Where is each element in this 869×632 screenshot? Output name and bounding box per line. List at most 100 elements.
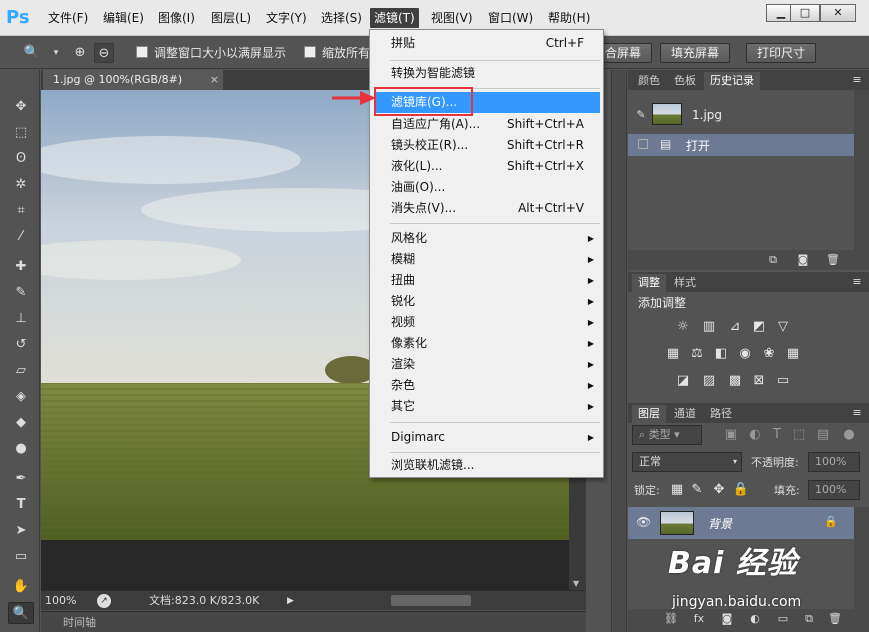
zoom-out-icon[interactable]: ⊖ <box>94 43 114 63</box>
filter-pixel-icon[interactable]: ▣ <box>722 427 740 443</box>
layers-panel-menu-icon[interactable]: ≡ <box>850 406 864 420</box>
history-step-checkbox[interactable] <box>638 139 648 149</box>
photo-filter-icon[interactable]: ◉ <box>736 346 754 362</box>
tool-preset-dropdown-icon[interactable]: ▾ <box>46 43 66 63</box>
lock-transparent-icon[interactable]: ▦ <box>668 482 686 498</box>
lock-position-icon[interactable]: ✥ <box>710 482 728 498</box>
menu-layer[interactable]: 图层(L) <box>207 8 255 28</box>
menu-help[interactable]: 帮助(H) <box>544 8 594 28</box>
tab-swatches[interactable]: 色板 <box>668 72 702 90</box>
new-document-from-state-icon[interactable]: ⧉ <box>766 253 780 267</box>
rectangle-tool-icon[interactable]: ▭ <box>8 546 34 568</box>
info-menu-arrow-icon[interactable]: ▶ <box>287 593 294 609</box>
menu-type[interactable]: 文字(Y) <box>262 8 311 28</box>
black-white-icon[interactable]: ◧ <box>712 346 730 362</box>
crop-tool-icon[interactable]: ⌗ <box>8 200 34 222</box>
blend-mode-select[interactable]: 正常 ▾ <box>632 452 742 472</box>
visibility-eye-icon[interactable]: 👁 <box>636 515 651 529</box>
color-balance-icon[interactable]: ⚖ <box>688 346 706 362</box>
menu-file[interactable]: 文件(F) <box>44 8 92 28</box>
history-brush-source-icon[interactable]: ✎ <box>634 108 648 122</box>
tab-color[interactable]: 颜色 <box>632 72 666 90</box>
timeline-bar[interactable]: 时间轴 <box>41 611 586 632</box>
lock-image-icon[interactable]: ✎ <box>688 482 706 498</box>
curves-icon[interactable]: ⊿ <box>726 319 744 335</box>
menu-view[interactable]: 视图(V) <box>427 8 477 28</box>
filter-adjustment-icon[interactable]: ◐ <box>746 427 764 443</box>
snapshot-thumbnail[interactable] <box>652 103 682 125</box>
menu-item-adaptive-wide-angle[interactable]: 自适应广角(A)... Shift+Ctrl+A <box>374 114 600 135</box>
menu-filter[interactable]: 滤镜(T) <box>370 8 419 28</box>
color-lookup-icon[interactable]: ▦ <box>784 346 802 362</box>
menu-edit[interactable]: 编辑(E) <box>99 8 148 28</box>
menu-item-video[interactable]: 视频 ▶ <box>374 312 600 333</box>
healing-brush-tool-icon[interactable]: ✚ <box>8 256 34 278</box>
filter-smart-object-icon[interactable]: ▤ <box>814 427 832 443</box>
tab-channels[interactable]: 通道 <box>668 405 702 423</box>
document-tab[interactable]: 1.jpg @ 100%(RGB/8#) × <box>43 70 223 90</box>
selective-color-icon[interactable]: ⊠ <box>750 373 768 389</box>
filter-toggle-icon[interactable]: ● <box>840 427 858 443</box>
tab-history[interactable]: 历史记录 <box>704 72 760 90</box>
menu-window[interactable]: 窗口(W) <box>484 8 537 28</box>
type-tool-icon[interactable]: T <box>8 494 34 516</box>
menu-image[interactable]: 图像(I) <box>154 8 199 28</box>
levels-icon[interactable]: ▥ <box>700 319 718 335</box>
menu-select[interactable]: 选择(S) <box>317 8 366 28</box>
menu-item-noise[interactable]: 杂色 ▶ <box>374 375 600 396</box>
posterize-icon[interactable]: ▨ <box>700 373 718 389</box>
menu-item-pixelate[interactable]: 像素化 ▶ <box>374 333 600 354</box>
eraser-tool-icon[interactable]: ▱ <box>8 360 34 382</box>
filter-type-icon[interactable]: T <box>768 427 786 443</box>
layer-row-background[interactable]: 👁 背景 🔒 <box>628 507 854 539</box>
lock-all-icon[interactable]: 🔒 <box>732 482 750 498</box>
fill-screen-button[interactable]: 填充屏幕 <box>660 43 731 63</box>
move-tool-icon[interactable]: ✥ <box>8 96 34 118</box>
delete-icon[interactable]: 🗑 <box>826 253 840 267</box>
layer-name[interactable]: 背景 <box>708 515 732 532</box>
maximize-button[interactable]: □ <box>790 4 820 22</box>
zoom-tool-icon[interactable]: 🔍 <box>8 602 34 624</box>
menu-item-distort[interactable]: 扭曲 ▶ <box>374 270 600 291</box>
hand-tool-icon[interactable]: ✋ <box>8 576 34 598</box>
menu-item-vanishing-point[interactable]: 消失点(V)... Alt+Ctrl+V <box>374 198 600 219</box>
layer-filter-select[interactable]: ⌕ 类型 ▾ <box>632 425 702 445</box>
menu-item-digimarc[interactable]: Digimarc ▶ <box>374 427 600 448</box>
share-icon[interactable]: ↗ <box>97 594 111 608</box>
menu-item-tiles[interactable]: 拼贴 Ctrl+F <box>374 33 600 54</box>
menu-item-stylize[interactable]: 风格化 ▶ <box>374 228 600 249</box>
print-size-button[interactable]: 打印尺寸 <box>746 43 817 63</box>
zoom-all-checkbox[interactable] <box>304 46 316 58</box>
menu-item-blur[interactable]: 模糊 ▶ <box>374 249 600 270</box>
hue-saturation-icon[interactable]: ▦ <box>664 346 682 362</box>
menu-item-lens-correction[interactable]: 镜头校正(R)... Shift+Ctrl+R <box>374 135 600 156</box>
pen-tool-icon[interactable]: ✒ <box>8 468 34 490</box>
invert-icon[interactable]: ◪ <box>674 373 692 389</box>
menu-item-liquify[interactable]: 液化(L)... Shift+Ctrl+X <box>374 156 600 177</box>
tab-adjustments[interactable]: 调整 <box>632 274 666 292</box>
horizontal-scroll-thumb[interactable] <box>391 595 471 606</box>
menu-item-browse-filters-online[interactable]: 浏览联机滤镜... <box>374 455 600 476</box>
channel-mixer-icon[interactable]: ❀ <box>760 346 778 362</box>
create-snapshot-icon[interactable]: ◙ <box>796 253 810 267</box>
menu-item-convert-smart-filter[interactable]: 转换为智能滤镜 <box>374 63 600 84</box>
exposure-icon[interactable]: ◩ <box>750 319 768 335</box>
tab-layers[interactable]: 图层 <box>632 405 666 423</box>
menu-item-render[interactable]: 渲染 ▶ <box>374 354 600 375</box>
clone-stamp-tool-icon[interactable]: ⊥ <box>8 308 34 330</box>
filter-shape-icon[interactable]: ⬚ <box>790 427 808 443</box>
history-scrollbar[interactable] <box>854 90 869 250</box>
zoom-level[interactable]: 100% <box>45 593 76 609</box>
eyedropper-tool-icon[interactable]: ⁄ <box>8 226 34 248</box>
magic-wand-tool-icon[interactable]: ✲ <box>8 174 34 196</box>
paint-bucket-tool-icon[interactable]: ◈ <box>8 386 34 408</box>
opacity-input[interactable]: 100% <box>808 452 860 472</box>
lasso-tool-icon[interactable]: ʘ <box>8 148 34 170</box>
menu-item-oil-paint[interactable]: 油画(O)... <box>374 177 600 198</box>
brightness-contrast-icon[interactable]: ☼ <box>674 319 692 335</box>
zoom-in-icon[interactable]: ⊕ <box>70 43 90 63</box>
gradient-map-icon[interactable]: ▭ <box>774 373 792 389</box>
marquee-tool-icon[interactable]: ⬚ <box>8 122 34 144</box>
menu-item-other[interactable]: 其它 ▶ <box>374 396 600 417</box>
tab-paths[interactable]: 路径 <box>704 405 738 423</box>
